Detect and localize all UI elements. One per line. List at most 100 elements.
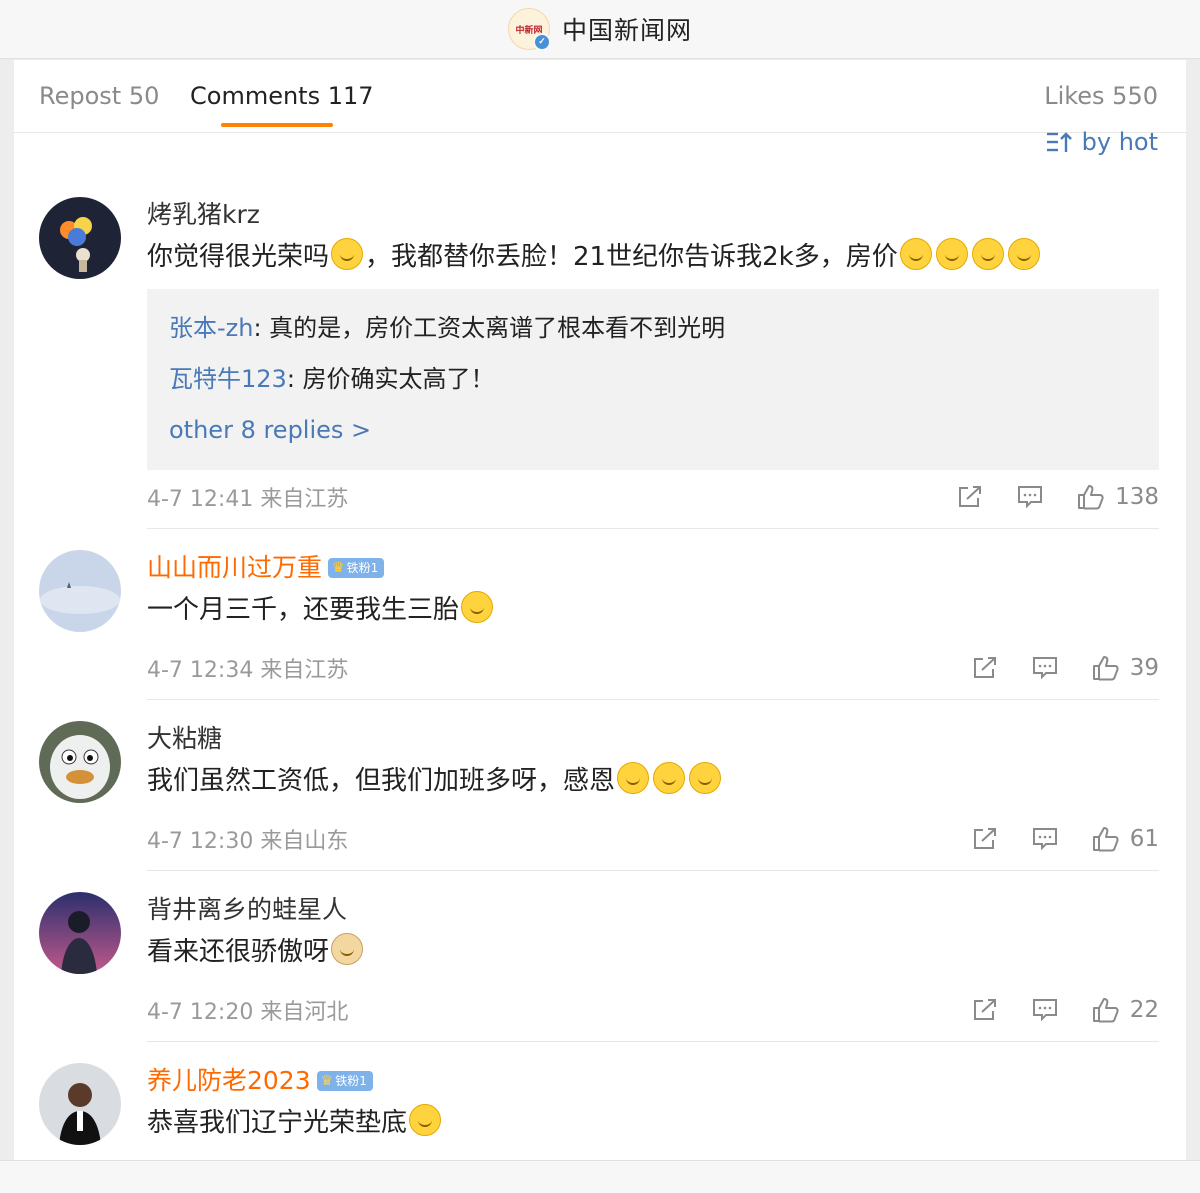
comment-text: 看来还很骄傲呀	[147, 930, 1159, 974]
crown-icon: ♛	[332, 560, 345, 576]
comment-meta: 4-7 12:41 来自江苏 138	[147, 477, 1159, 517]
share-icon	[973, 657, 996, 678]
username-text[interactable]: 养儿防老2023	[147, 1063, 311, 1099]
like-button[interactable]: 22	[1092, 997, 1159, 1023]
sort-button[interactable]: by hot	[1046, 128, 1158, 156]
verified-icon: ✓	[532, 33, 551, 51]
thumbs-up-icon	[1092, 827, 1119, 852]
comment-icon	[1032, 999, 1057, 1022]
comment-text-part: 一个月三千，还要我生三胎	[147, 595, 460, 625]
comment-meta: 4-7 12:30 来自山东 61	[147, 819, 1159, 859]
sleepy-emoji-icon	[899, 238, 932, 270]
active-tab-indicator	[221, 123, 333, 127]
top-bar: 中新网 ✓ 中国新闻网	[0, 0, 1200, 59]
more-replies-link[interactable]: other 8 replies >	[169, 405, 1137, 456]
sleepy-emoji-icon	[971, 238, 1004, 270]
divider	[147, 870, 1159, 871]
comment-text-part: 看来还很骄傲呀	[147, 937, 330, 967]
comment-text-part: ，我都替你丢脸！21世纪你告诉我2k多，房价	[365, 242, 898, 272]
like-count: 138	[1115, 484, 1159, 510]
username[interactable]: 烤乳猪krz	[147, 197, 1159, 233]
bottom-bar	[0, 1160, 1200, 1193]
tab-likes[interactable]: Likes 550	[1044, 82, 1158, 110]
comment-button[interactable]	[1032, 656, 1058, 680]
comment-meta: 4-7 12:34 来自江苏 39	[147, 648, 1159, 688]
like-count: 22	[1129, 997, 1159, 1023]
blush-emoji-icon	[331, 238, 364, 270]
comment-text-part: 恭喜我们辽宁光荣垫底	[147, 1108, 408, 1138]
thumbs-up-icon	[1092, 656, 1119, 681]
sort-label: by hot	[1081, 128, 1158, 156]
share-button[interactable]	[972, 827, 998, 851]
avatar[interactable]	[39, 1063, 121, 1145]
site-title[interactable]: 中国新闻网	[562, 11, 692, 47]
fan-badge[interactable]: ♛ 铁粉1	[328, 558, 385, 578]
avatar[interactable]	[39, 550, 121, 632]
username-text[interactable]: 山山而川过万重	[147, 550, 322, 586]
tab-bar: Repost 50 Comments 117 Likes 550	[14, 60, 1186, 133]
fan-badge-label: 铁粉1	[346, 561, 379, 575]
doge-emoji-icon	[331, 933, 364, 965]
reply-item[interactable]: 瓦特牛123: 房价确实太高了！	[169, 354, 1137, 405]
divider	[147, 528, 1159, 529]
tab-repost[interactable]: Repost 50	[39, 82, 159, 110]
tears-of-joy-emoji-icon	[689, 762, 722, 794]
comment-time: 4-7 12:41 来自江苏	[147, 487, 349, 512]
like-button[interactable]: 61	[1092, 826, 1159, 852]
avatar[interactable]	[39, 197, 121, 279]
comment-text: 我们虽然工资低，但我们加班多呀，感恩	[147, 759, 1159, 803]
like-button[interactable]: 39	[1092, 655, 1159, 681]
comment-text-part: 你觉得很光荣吗	[147, 242, 330, 272]
comment-time: 4-7 12:20 来自河北	[147, 1000, 349, 1025]
heart-kiss-emoji-icon	[409, 1104, 442, 1136]
tears-of-joy-emoji-icon	[653, 762, 686, 794]
reply-box: 张本-zh: 真的是，房价工资太离谱了根本看不到光明 瓦特牛123: 房价确实太…	[147, 289, 1159, 470]
like-count: 39	[1129, 655, 1159, 681]
avatar[interactable]	[39, 892, 121, 974]
share-button[interactable]	[972, 998, 998, 1022]
like-count: 61	[1129, 826, 1159, 852]
divider	[147, 1041, 1159, 1042]
reply-item[interactable]: 张本-zh: 真的是，房价工资太离谱了根本看不到光明	[169, 303, 1137, 354]
tab-comments[interactable]: Comments 117	[190, 82, 374, 110]
comment-icon	[1032, 657, 1057, 680]
divider	[147, 699, 1159, 700]
comment-text: 你觉得很光荣吗 ，我都替你丢脸！21世纪你告诉我2k多，房价	[147, 235, 1159, 279]
tears-of-joy-emoji-icon	[617, 762, 650, 794]
sort-icon	[1046, 132, 1072, 152]
comment-time: 4-7 12:30 来自山东	[147, 829, 349, 854]
share-button[interactable]	[957, 485, 983, 509]
crown-icon: ♛	[320, 1073, 334, 1089]
comment-button[interactable]	[1017, 485, 1043, 509]
share-icon	[973, 828, 996, 849]
comment-text-part: 我们虽然工资低，但我们加班多呀，感恩	[147, 766, 616, 796]
sleepy-emoji-icon	[935, 238, 968, 270]
comment-button[interactable]	[1032, 998, 1058, 1022]
avatar[interactable]	[39, 721, 121, 803]
reply-text: : 真的是，房价工资太离谱了根本看不到光明	[253, 314, 726, 342]
reply-username[interactable]: 张本-zh	[169, 314, 253, 342]
comment-button[interactable]	[1032, 827, 1058, 851]
like-button[interactable]: 138	[1077, 484, 1159, 510]
comment-icon	[1032, 828, 1057, 851]
username[interactable]: 背井离乡的蛙星人	[147, 892, 1159, 928]
comment-time: 4-7 12:34 来自江苏	[147, 658, 349, 683]
reply-text: : 房价确实太高了！	[286, 365, 495, 393]
comments-card: Repost 50 Comments 117 Likes 550 by hot	[14, 60, 1186, 1160]
share-icon	[973, 999, 996, 1020]
username[interactable]: 大粘糖	[147, 721, 1159, 757]
share-icon	[959, 486, 982, 507]
sleepy-emoji-icon	[1007, 238, 1040, 270]
comment-text: 恭喜我们辽宁光荣垫底	[147, 1101, 1159, 1145]
fan-badge-label: 铁粉1	[335, 1074, 367, 1088]
site-logo[interactable]: 中新网 ✓	[507, 8, 551, 51]
comment-icon	[1018, 486, 1043, 509]
share-button[interactable]	[972, 656, 998, 680]
username: 养儿防老2023 ♛ 铁粉1	[147, 1063, 1159, 1099]
thumbs-up-icon	[1092, 998, 1119, 1023]
thumbs-up-icon	[1078, 485, 1104, 510]
comment-text: 一个月三千，还要我生三胎	[147, 588, 1159, 632]
crying-emoji-icon	[461, 591, 494, 623]
reply-username[interactable]: 瓦特牛123	[169, 365, 287, 393]
fan-badge[interactable]: ♛ 铁粉1	[316, 1071, 373, 1091]
